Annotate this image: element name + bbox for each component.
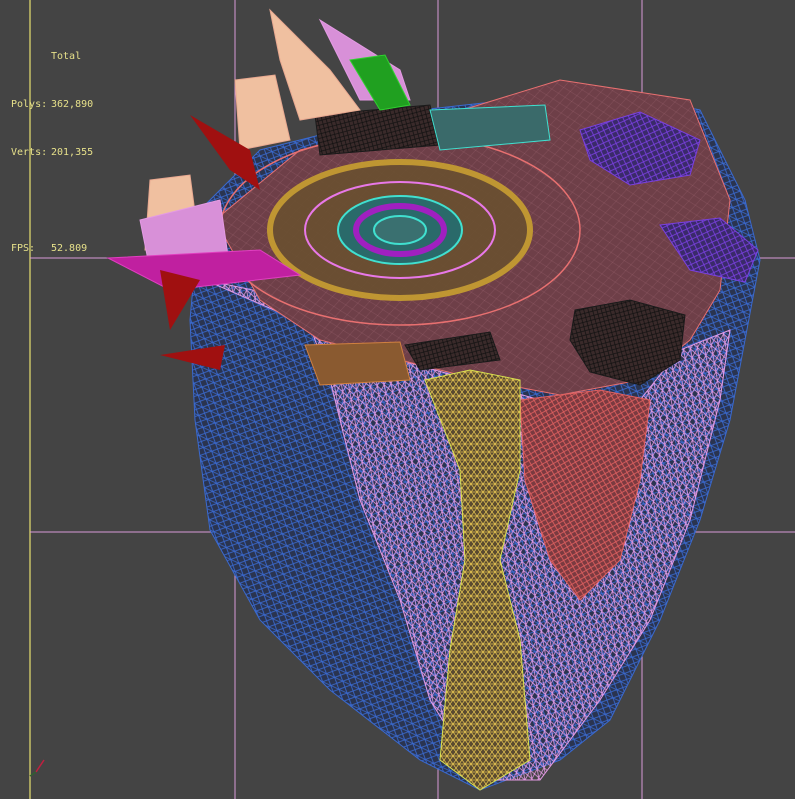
fps-label: FPS: (11, 243, 36, 254)
3d-viewport[interactable]: Total Polys: 362,890 Verts: 201,355 FPS: 52… (0, 0, 795, 799)
stats-title: Total (51, 51, 82, 62)
verts-value: 201,355 (51, 147, 94, 158)
verts-label: Verts: (11, 147, 48, 158)
axis-gizmo-icon (29, 759, 45, 777)
polys-value: 362,890 (51, 99, 94, 110)
viewport-statistics: Total Polys: 362,890 Verts: 201,355 FPS: 52… (11, 17, 93, 289)
slab-brown (304, 341, 411, 386)
polys-label: Polys: (11, 99, 48, 110)
wireframe-scene (29, 0, 795, 799)
fps-value: 52.809 (51, 243, 88, 254)
